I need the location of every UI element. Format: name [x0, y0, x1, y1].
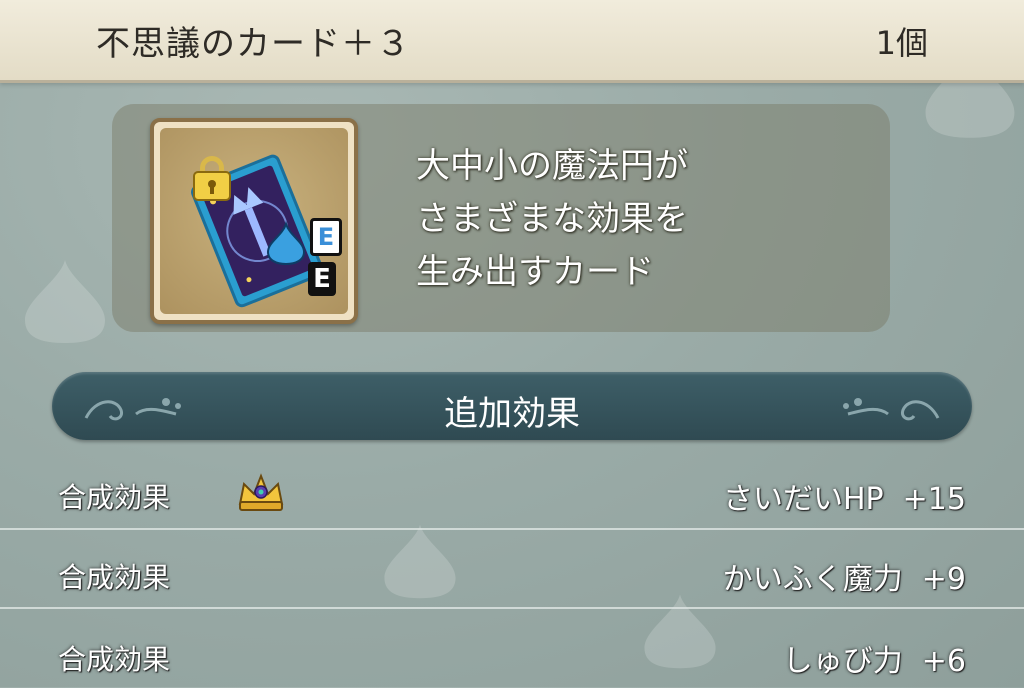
section-title: 追加効果 [444, 394, 580, 434]
effect-row: 合成効果 さいだいHP +15 [0, 456, 1024, 532]
crown-icon [238, 473, 284, 511]
background-slime-decoration [25, 260, 105, 343]
item-name: 不思議のカード＋３ [96, 24, 411, 64]
item-header: 不思議のカード＋３ 1個 [0, 0, 1024, 83]
row-divider [0, 528, 1024, 530]
item-quantity: 1個 [875, 24, 928, 62]
effect-label: 合成効果 [58, 561, 171, 594]
effect-label: 合成効果 [58, 481, 171, 514]
effect-value: しゅび力 +6 [782, 644, 966, 679]
row-divider [0, 607, 1024, 609]
equip-badge-e: E [308, 262, 336, 296]
effect-value: さいだいHP +15 [722, 482, 966, 517]
item-description: 大中小の魔法円が さまざまな効果を 生み出すカード [416, 146, 688, 292]
effect-row: 合成効果 かいふく魔力 +9 [0, 534, 1024, 610]
lock-icon [193, 156, 231, 201]
additional-effects-banner: 追加効果 [52, 372, 972, 440]
effect-value: かいふく魔力 +9 [722, 562, 966, 597]
effect-row: 合成効果 しゅび力 +6 [0, 612, 1024, 688]
item-icon-frame: E E [150, 118, 358, 324]
effect-label: 合成効果 [58, 643, 171, 676]
equip-badge-e: E [310, 218, 342, 256]
scroll-ornament-icon [843, 398, 940, 421]
